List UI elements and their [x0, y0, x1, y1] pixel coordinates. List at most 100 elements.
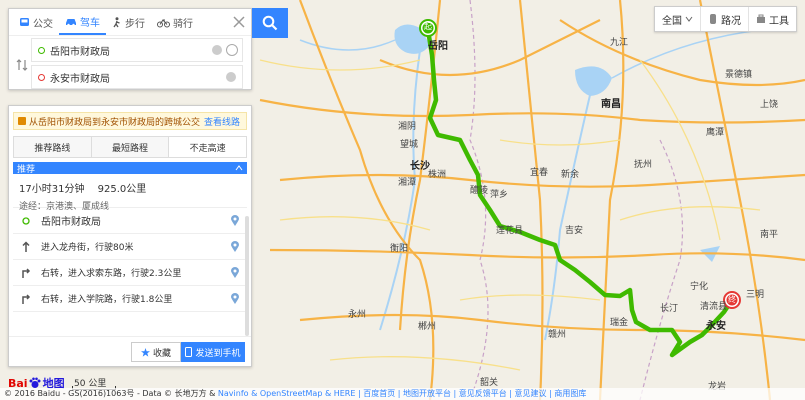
city-label[interactable]: 株洲: [428, 170, 446, 180]
city-label[interactable]: 莲花县: [496, 226, 523, 236]
city-label[interactable]: 醴陵: [470, 186, 488, 196]
tab-ride[interactable]: 骑行: [151, 9, 199, 35]
route-header[interactable]: 推荐: [13, 162, 247, 175]
strategy-no-highway[interactable]: 不走高速: [169, 137, 247, 157]
tab-transit-label: 公交: [33, 18, 53, 30]
city-label[interactable]: 长沙: [410, 162, 430, 172]
city-label[interactable]: 上饶: [760, 100, 778, 110]
notice-text: 从岳阳市财政局到永安市财政局的跨城公交: [29, 117, 201, 128]
search-button[interactable]: [252, 8, 288, 38]
city-label[interactable]: 永安: [706, 322, 726, 332]
clear-start-icon[interactable]: [212, 45, 222, 55]
city-label[interactable]: 郴州: [418, 322, 436, 332]
route-search-box: 公交 驾车 步行 骑行: [8, 8, 252, 90]
send-to-phone-button[interactable]: 发送到手机: [181, 342, 245, 362]
tools-button[interactable]: 工具: [749, 7, 796, 31]
favorite-label: 收藏: [152, 348, 171, 359]
city-label[interactable]: 南平: [760, 230, 778, 240]
tools-label: 工具: [769, 15, 789, 27]
city-label[interactable]: 宁化: [690, 282, 708, 292]
bus-small-icon: [18, 117, 26, 125]
city-selector[interactable]: 全国: [655, 7, 701, 31]
city-label[interactable]: 萍乡: [490, 190, 508, 200]
bus-icon: [20, 17, 29, 26]
cross-city-notice: 从岳阳市财政局到永安市财政局的跨城公交 查看线路: [13, 112, 247, 130]
copyright-bar: © 2016 Baidu - GS(2016)1063号 - Data © 长地…: [0, 388, 805, 400]
city-label[interactable]: 宜春: [530, 168, 548, 178]
send-to-phone-label: 发送到手机: [195, 348, 241, 359]
city-label[interactable]: 韶关: [480, 378, 498, 388]
city-label[interactable]: 九江: [610, 38, 628, 48]
start-dot-icon: [19, 216, 33, 225]
route-actions: 收藏 发送到手机: [9, 336, 251, 366]
view-transit-link[interactable]: 查看线路: [204, 115, 240, 128]
city-label[interactable]: 望城: [400, 140, 418, 150]
city-label[interactable]: 岳阳: [428, 42, 448, 52]
car-icon: [66, 18, 76, 26]
end-input[interactable]: [50, 71, 200, 83]
strategy-recommended[interactable]: 推荐路线: [14, 137, 92, 157]
turn-right-icon: [19, 293, 33, 304]
search-icon: [262, 15, 278, 31]
location-pin-icon[interactable]: [231, 215, 239, 226]
traffic-light-icon: [710, 14, 716, 24]
tab-transit[interactable]: 公交: [13, 9, 59, 35]
step-item[interactable]: 进入龙舟街，行驶80米: [13, 234, 247, 260]
walk-icon: [113, 16, 120, 27]
clear-end-icon[interactable]: [226, 72, 236, 82]
results-scrollbar[interactable]: [245, 216, 249, 336]
step-item[interactable]: 右转，进入学院路，行驶1.8公里: [13, 286, 247, 312]
city-label[interactable]: 新余: [561, 170, 579, 180]
start-field-row: [31, 38, 243, 62]
traffic-button[interactable]: 路况: [701, 7, 749, 31]
city-label[interactable]: 三明: [746, 290, 764, 300]
location-pin-icon[interactable]: [231, 267, 239, 278]
city-selector-label: 全国: [662, 15, 682, 27]
start-marker-label: 起: [424, 22, 432, 31]
favorite-button[interactable]: 收藏: [131, 342, 181, 362]
city-label[interactable]: 湘阴: [398, 122, 416, 132]
step-text: 右转，进入求索东路，行驶2.3公里: [41, 269, 182, 279]
footer-links[interactable]: Navinfo & OpenStreetMap & HERE | 百度首页 | …: [218, 389, 586, 398]
location-pin-icon[interactable]: [231, 241, 239, 252]
copyright-text: © 2016 Baidu - GS(2016)1063号 - Data © 长地…: [4, 389, 218, 398]
start-input[interactable]: [50, 44, 200, 56]
straight-arrow-icon: [19, 241, 33, 252]
tab-ride-label: 骑行: [173, 18, 193, 30]
city-label[interactable]: 永州: [348, 310, 366, 320]
city-label[interactable]: 长汀: [660, 304, 678, 314]
city-label[interactable]: 赣州: [548, 330, 566, 340]
city-label[interactable]: 衡阳: [390, 244, 408, 254]
close-icon[interactable]: [231, 14, 247, 30]
city-label[interactable]: 南昌: [601, 100, 621, 110]
route-tag: 推荐: [17, 164, 36, 175]
route-strategy-tabs: 推荐路线 最短路程 不走高速: [13, 136, 247, 158]
step-item[interactable]: 右转，进入求索东路，行驶2.3公里: [13, 260, 247, 286]
add-waypoint-icon[interactable]: [226, 44, 238, 56]
swap-icon[interactable]: [15, 58, 29, 72]
route-duration: 17小时31分钟: [19, 184, 85, 195]
tab-walk[interactable]: 步行: [106, 9, 151, 35]
city-label[interactable]: 瑞金: [610, 318, 628, 328]
end-field-row: [31, 65, 243, 89]
end-dot-icon: [38, 73, 45, 81]
step-item[interactable]: 岳阳市财政局: [13, 208, 247, 234]
chevron-down-icon: [685, 16, 693, 22]
phone-icon: [185, 347, 193, 357]
location-pin-icon[interactable]: [231, 293, 239, 304]
route-results: 从岳阳市财政局到永安市财政局的跨城公交 查看线路 推荐路线 最短路程 不走高速 …: [8, 105, 252, 367]
city-label[interactable]: 湘潭: [398, 178, 416, 188]
step-text: 岳阳市财政局: [41, 217, 101, 228]
city-label[interactable]: 抚州: [634, 160, 652, 170]
city-label[interactable]: 景德镇: [725, 70, 752, 80]
chevron-up-icon: [235, 165, 243, 171]
traffic-label: 路况: [721, 15, 741, 27]
city-label[interactable]: 鹰潭: [706, 128, 724, 138]
bike-icon: [157, 18, 170, 27]
tab-drive-label: 驾车: [80, 17, 100, 29]
city-label[interactable]: 吉安: [565, 226, 583, 236]
city-label[interactable]: 清流县: [700, 302, 727, 312]
tab-drive[interactable]: 驾车: [59, 9, 106, 35]
tab-walk-label: 步行: [125, 18, 145, 30]
strategy-shortest[interactable]: 最短路程: [91, 137, 170, 157]
